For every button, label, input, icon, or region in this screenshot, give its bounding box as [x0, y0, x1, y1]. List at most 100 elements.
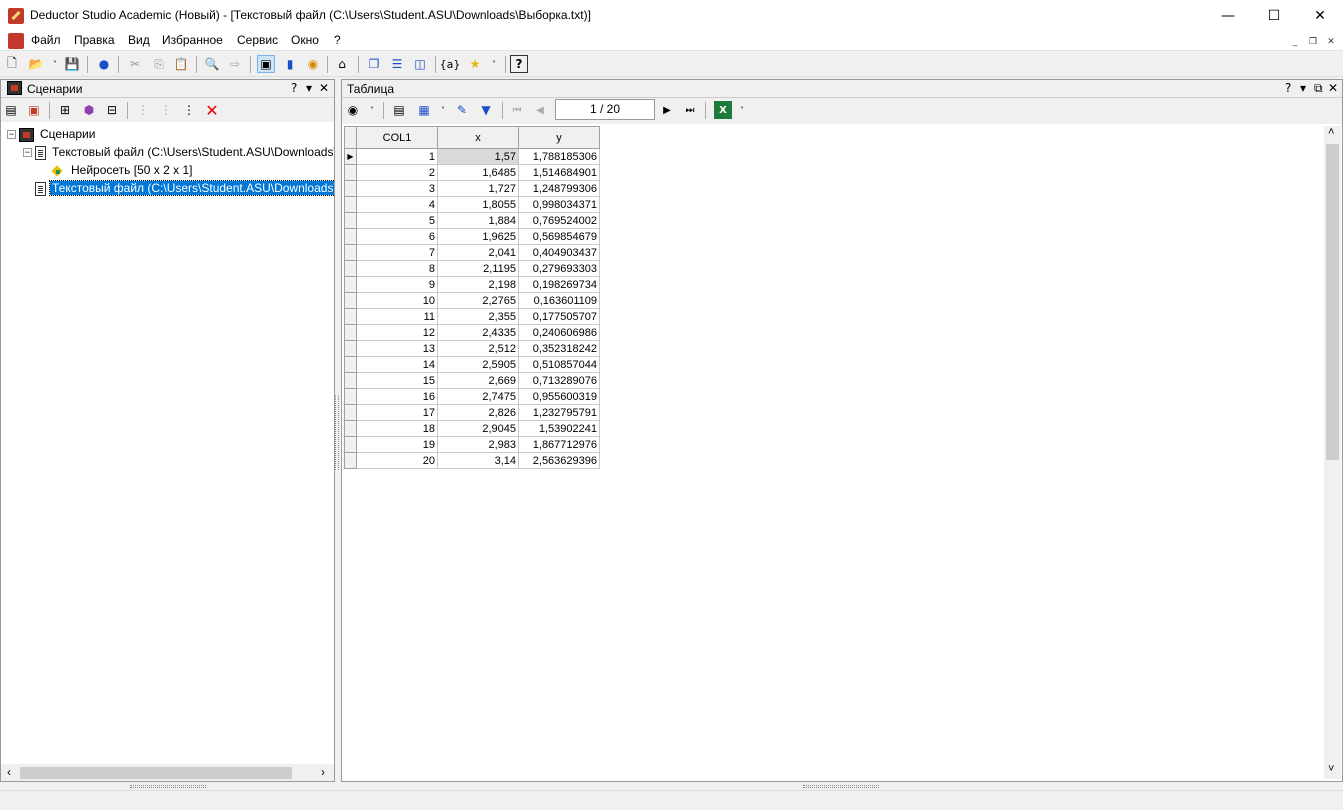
first-page-icon[interactable]: ⏮	[508, 101, 526, 119]
cell-y[interactable]: 2,563629396	[518, 452, 600, 469]
process-icon[interactable]: ⬢	[80, 101, 98, 119]
table-row[interactable]: 19 2,983 1,867712976	[344, 436, 600, 453]
export-dropdown-icon[interactable]: ˅	[733, 101, 751, 119]
mdi-child-icon[interactable]	[8, 33, 24, 49]
cell-y[interactable]: 0,510857044	[518, 356, 600, 373]
scroll-left-icon[interactable]: ‹	[7, 765, 11, 779]
cell-col1[interactable]: 15	[356, 372, 438, 389]
table-row[interactable]: 17 2,826 1,232795791	[344, 404, 600, 421]
cell-y[interactable]: 1,53902241	[518, 420, 600, 437]
star-icon[interactable]: ★	[466, 55, 484, 73]
row-indicator[interactable]	[344, 196, 357, 213]
table-row[interactable]: 9 2,198 0,198269734	[344, 276, 600, 293]
cell-col1[interactable]: 19	[356, 436, 438, 453]
save-icon[interactable]: 💾	[63, 55, 81, 73]
minimize-button[interactable]: —	[1205, 0, 1251, 31]
tree-expand-icon[interactable]: ⋮	[134, 101, 152, 119]
prev-page-icon[interactable]: ◀	[531, 101, 549, 119]
column-header-col1[interactable]: COL1	[356, 126, 438, 149]
row-indicator[interactable]	[344, 292, 357, 309]
copy-icon[interactable]: ⎘	[150, 55, 168, 73]
tree-horizontal-scrollbar[interactable]: ‹ ›	[1, 764, 334, 781]
panel-splitter[interactable]	[335, 395, 339, 470]
cell-x[interactable]: 2,2765	[437, 292, 519, 309]
cascade-icon[interactable]: ❐	[365, 55, 383, 73]
tree-collapse-icon[interactable]: ⋮	[157, 101, 175, 119]
excel-export-icon[interactable]: X	[714, 101, 732, 119]
cell-y[interactable]: 0,569854679	[518, 228, 600, 245]
mdi-minimize-button[interactable]: _	[1288, 35, 1302, 49]
cell-x[interactable]: 1,884	[437, 212, 519, 229]
table-row[interactable]: 10 2,2765 0,163601109	[344, 292, 600, 309]
cell-x[interactable]: 2,983	[437, 436, 519, 453]
cell-x[interactable]: 2,5905	[437, 356, 519, 373]
cell-y[interactable]: 0,998034371	[518, 196, 600, 213]
cell-col1[interactable]: 1	[356, 148, 438, 165]
cell-y[interactable]: 1,248799306	[518, 180, 600, 197]
menu-help[interactable]: ?	[334, 33, 341, 47]
table-row[interactable]: 13 2,512 0,352318242	[344, 340, 600, 357]
row-indicator[interactable]	[344, 228, 357, 245]
row-indicator[interactable]	[344, 404, 357, 421]
new-icon[interactable]: 🗋	[3, 55, 21, 73]
mdi-restore-button[interactable]: ❐	[1306, 35, 1320, 49]
find-icon[interactable]: 🔍	[203, 55, 221, 73]
cut-icon[interactable]: ✂	[126, 55, 144, 73]
resize-grip[interactable]	[803, 785, 879, 788]
table-row[interactable]: 11 2,355 0,177505707	[344, 308, 600, 325]
cell-x[interactable]: 2,1195	[437, 260, 519, 277]
cell-x[interactable]: 1,57	[437, 148, 519, 165]
panel-close-button[interactable]: ✕	[1328, 81, 1338, 95]
menu-file[interactable]: Файл	[31, 33, 61, 47]
cell-y[interactable]: 1,788185306	[518, 148, 600, 165]
properties-icon[interactable]: ▤	[2, 101, 20, 119]
delete-icon[interactable]: ✕	[203, 101, 221, 120]
help-icon[interactable]: ?	[510, 55, 528, 73]
cell-x[interactable]: 2,7475	[437, 388, 519, 405]
panel-close-button[interactable]: ✕	[319, 81, 329, 95]
table-row[interactable]: 18 2,9045 1,53902241	[344, 420, 600, 437]
cell-col1[interactable]: 11	[356, 308, 438, 325]
table-row[interactable]: 7 2,041 0,404903437	[344, 244, 600, 261]
scroll-down-icon[interactable]: ˅	[1328, 763, 1334, 775]
cell-y[interactable]: 1,232795791	[518, 404, 600, 421]
menu-window[interactable]: Окно	[291, 33, 319, 47]
cell-x[interactable]: 2,355	[437, 308, 519, 325]
row-indicator[interactable]	[344, 212, 357, 229]
tree-node-root[interactable]: Сценарии	[19, 126, 97, 142]
panel-menu-button[interactable]: ▾	[1300, 81, 1306, 95]
maximize-button[interactable]: ☐	[1251, 0, 1297, 31]
cell-col1[interactable]: 10	[356, 292, 438, 309]
columns-dropdown-icon[interactable]: ˅	[434, 101, 452, 119]
menu-edit[interactable]: Правка	[74, 33, 115, 47]
mdi-close-button[interactable]: ✕	[1324, 35, 1338, 49]
cell-col1[interactable]: 4	[356, 196, 438, 213]
resize-grip[interactable]	[130, 785, 206, 788]
cell-col1[interactable]: 18	[356, 420, 438, 437]
export-icon[interactable]: ⊟	[103, 101, 121, 119]
row-indicator[interactable]	[344, 340, 357, 357]
cell-x[interactable]: 2,041	[437, 244, 519, 261]
cell-col1[interactable]: 6	[356, 228, 438, 245]
column-header-x[interactable]: x	[437, 126, 519, 149]
table-row[interactable]: 4 1,8055 0,998034371	[344, 196, 600, 213]
paste-icon[interactable]: 📋	[172, 55, 190, 73]
cell-y[interactable]: 0,240606986	[518, 324, 600, 341]
filter-icon[interactable]: ▼	[477, 101, 495, 119]
cell-y[interactable]: 0,177505707	[518, 308, 600, 325]
row-indicator[interactable]	[344, 164, 357, 181]
visualizers-icon[interactable]: ◉	[344, 101, 362, 119]
menu-favorites[interactable]: Избранное	[162, 33, 223, 47]
row-indicator[interactable]	[344, 276, 357, 293]
cell-col1[interactable]: 12	[356, 324, 438, 341]
cell-col1[interactable]: 7	[356, 244, 438, 261]
close-button[interactable]: ✕	[1297, 0, 1343, 31]
cell-col1[interactable]: 14	[356, 356, 438, 373]
cell-col1[interactable]: 17	[356, 404, 438, 421]
cell-x[interactable]: 2,512	[437, 340, 519, 357]
next-page-icon[interactable]: ▶	[658, 101, 676, 119]
cell-y[interactable]: 1,514684901	[518, 164, 600, 181]
cell-y[interactable]: 0,352318242	[518, 340, 600, 357]
row-indicator[interactable]	[344, 452, 357, 469]
cell-y[interactable]: 0,955600319	[518, 388, 600, 405]
